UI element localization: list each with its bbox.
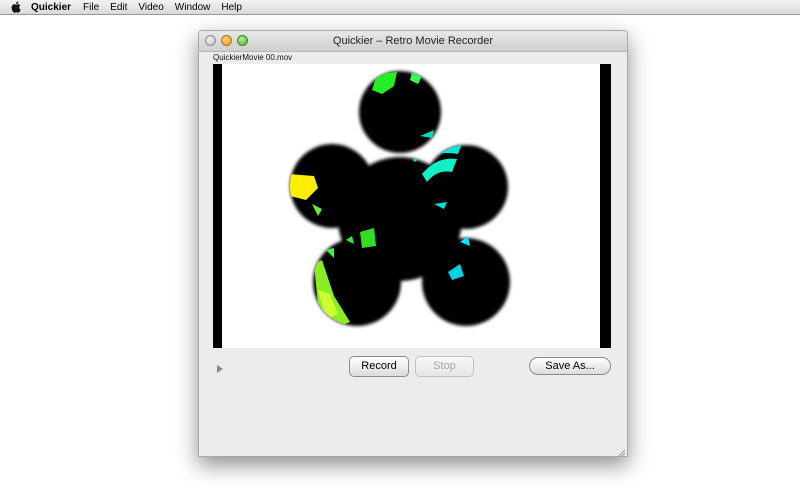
- menu-edit[interactable]: Edit: [110, 2, 127, 13]
- menu-video[interactable]: Video: [138, 2, 163, 13]
- menu-app-name[interactable]: Quickier: [31, 2, 71, 13]
- flower-mask-image: [290, 71, 510, 326]
- menu-help[interactable]: Help: [221, 2, 242, 13]
- record-button[interactable]: Record: [349, 356, 409, 377]
- window-title: Quickier – Retro Movie Recorder: [332, 35, 494, 47]
- stop-button[interactable]: Stop: [415, 356, 474, 377]
- movie-filename: QuickierMovie 00.mov: [213, 53, 293, 62]
- video-preview: [213, 64, 611, 348]
- title-bar[interactable]: Quickier – Retro Movie Recorder: [199, 31, 627, 52]
- apple-icon[interactable]: [10, 1, 22, 13]
- resize-grip-icon[interactable]: [616, 445, 626, 456]
- menu-bar: Quickier File Edit Video Window Help: [0, 0, 800, 15]
- save-as-button[interactable]: Save As...: [529, 357, 611, 375]
- menu-window[interactable]: Window: [175, 2, 211, 13]
- recorder-window: Quickier – Retro Movie Recorder Quickier…: [198, 30, 628, 457]
- play-triangle-icon[interactable]: [215, 361, 225, 373]
- menu-file[interactable]: File: [83, 2, 99, 13]
- preview-frame: [222, 64, 600, 348]
